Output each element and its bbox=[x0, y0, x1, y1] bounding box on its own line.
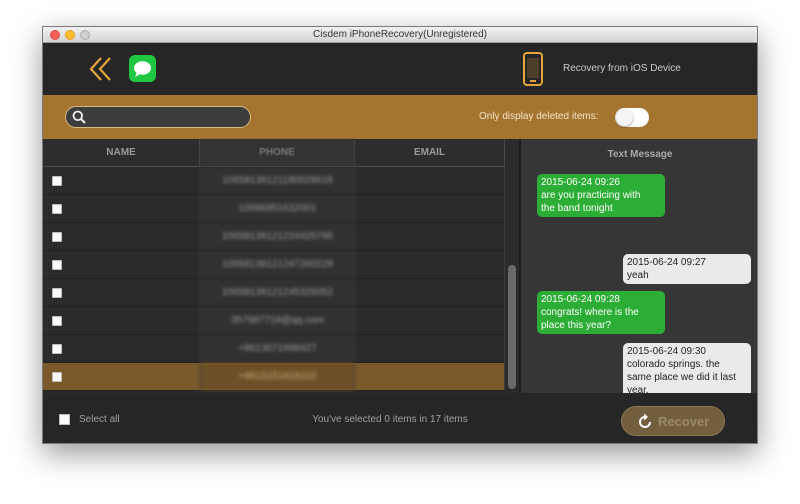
email-cell bbox=[355, 223, 505, 250]
phone-cell: +8615151616110 bbox=[200, 363, 355, 390]
message-text: congrats! where is the bbox=[541, 307, 639, 318]
message-time: 2015-06-24 09:26 bbox=[541, 177, 620, 188]
app-window: Cisdem iPhoneRecovery(Unregistered) Reco… bbox=[42, 26, 758, 444]
name-cell bbox=[73, 335, 199, 362]
device-label: Recovery from iOS Device bbox=[563, 63, 681, 74]
table-row[interactable]: 10086951632001 bbox=[43, 195, 505, 223]
name-cell bbox=[73, 223, 199, 250]
phone-cell: +8613671698427 bbox=[200, 335, 355, 362]
messages-app-icon bbox=[129, 55, 156, 82]
email-cell bbox=[355, 307, 505, 334]
search-box[interactable] bbox=[65, 106, 251, 128]
row-checkbox[interactable] bbox=[52, 204, 62, 214]
table-row[interactable]: 10658139121180028618 bbox=[43, 167, 505, 195]
column-header-email[interactable]: EMAIL bbox=[355, 139, 505, 166]
email-cell bbox=[355, 279, 505, 306]
table-row[interactable]: +8613671698427 bbox=[43, 335, 505, 363]
name-cell bbox=[73, 363, 199, 390]
deleted-filter-label: Only display deleted items: bbox=[479, 111, 599, 122]
iphone-device-icon bbox=[520, 52, 546, 86]
message-time: 2015-06-24 09:28 bbox=[541, 294, 620, 305]
message-text: colorado springs. the bbox=[627, 359, 720, 370]
phone-cell: 357987718@qq.com bbox=[200, 307, 355, 334]
message-bubble-sent: 2015-06-24 09:27 yeah bbox=[623, 254, 751, 284]
name-cell bbox=[73, 279, 199, 306]
phone-cell: 10658139121224425796 bbox=[200, 223, 355, 250]
email-cell bbox=[355, 195, 505, 222]
phone-cell: 10086951632001 bbox=[200, 195, 355, 222]
row-checkbox[interactable] bbox=[52, 372, 62, 382]
message-text: are you practicing with bbox=[541, 190, 641, 201]
email-cell bbox=[355, 251, 505, 278]
message-text: year. bbox=[627, 385, 649, 393]
refresh-icon bbox=[639, 413, 651, 428]
message-text: same place we did it last bbox=[627, 372, 736, 383]
back-button[interactable] bbox=[87, 55, 115, 83]
row-checkbox[interactable] bbox=[52, 232, 62, 242]
email-cell bbox=[355, 363, 505, 390]
footer-bar: Select all You've selected 0 items in 17… bbox=[43, 393, 757, 443]
message-bubble-received: 2015-06-24 09:26 are you practicing with… bbox=[537, 174, 665, 217]
row-checkbox[interactable] bbox=[52, 260, 62, 270]
phone-cell: 10658139121247260229 bbox=[200, 251, 355, 278]
window-title: Cisdem iPhoneRecovery(Unregistered) bbox=[313, 29, 487, 40]
phone-cell: 10658139121180028618 bbox=[200, 167, 355, 194]
table-row[interactable]: 10658139121247260229 bbox=[43, 251, 505, 279]
name-cell bbox=[73, 195, 199, 222]
contacts-table: 10658139121180028618 10086951632001 1065… bbox=[43, 167, 505, 392]
recover-button-label: Recover bbox=[658, 414, 710, 429]
message-time: 2015-06-24 09:27 bbox=[627, 257, 706, 268]
message-text: the band tonight bbox=[541, 203, 613, 214]
message-bubble-sent: 2015-06-24 09:30 colorado springs. the s… bbox=[623, 343, 751, 393]
email-cell bbox=[355, 335, 505, 362]
message-bubble-received: 2015-06-24 09:28 congrats! where is the … bbox=[537, 291, 665, 334]
table-row-selected[interactable]: +8615151616110 bbox=[43, 363, 505, 391]
table-header: NAME PHONE EMAIL bbox=[43, 139, 505, 167]
toggle-knob bbox=[616, 109, 633, 126]
row-checkbox[interactable] bbox=[52, 176, 62, 186]
message-text: yeah bbox=[627, 270, 649, 281]
phone-cell: 10658139121245326052 bbox=[200, 279, 355, 306]
search-icon bbox=[72, 110, 86, 124]
message-text: place this year? bbox=[541, 320, 612, 331]
row-checkbox[interactable] bbox=[52, 344, 62, 354]
title-bar: Cisdem iPhoneRecovery(Unregistered) bbox=[43, 27, 757, 43]
column-header-phone[interactable]: PHONE bbox=[200, 139, 355, 166]
deleted-items-toggle[interactable] bbox=[615, 108, 649, 127]
name-cell bbox=[73, 307, 199, 334]
row-checkbox[interactable] bbox=[52, 316, 62, 326]
row-checkbox[interactable] bbox=[52, 288, 62, 298]
table-row[interactable]: 10658139121245326052 bbox=[43, 279, 505, 307]
email-cell bbox=[355, 167, 505, 194]
table-scrollbar[interactable] bbox=[505, 139, 519, 393]
name-cell bbox=[73, 167, 199, 194]
scrollbar-thumb[interactable] bbox=[508, 265, 516, 389]
search-input[interactable] bbox=[92, 109, 246, 127]
column-header-name[interactable]: NAME bbox=[43, 139, 200, 166]
message-panel-title: Text Message bbox=[607, 149, 673, 160]
recover-button[interactable]: Recover bbox=[621, 406, 725, 436]
table-row[interactable]: 10658139121224425796 bbox=[43, 223, 505, 251]
name-cell bbox=[73, 251, 199, 278]
filter-bar: Only display deleted items: bbox=[43, 95, 757, 139]
message-time: 2015-06-24 09:30 bbox=[627, 346, 706, 357]
message-panel: Text Message 2015-06-24 09:26 are you pr… bbox=[521, 139, 757, 393]
top-bar: Recovery from iOS Device bbox=[43, 43, 757, 95]
double-chevron-left-icon bbox=[89, 57, 111, 81]
table-row[interactable]: 357987718@qq.com bbox=[43, 307, 505, 335]
